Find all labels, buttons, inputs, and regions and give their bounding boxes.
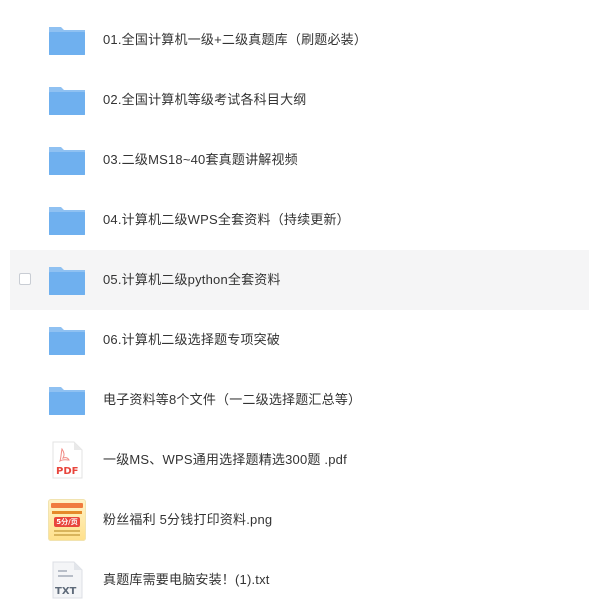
file-row-folder-02[interactable]: 02.全国计算机等级考试各科目大纲 — [10, 70, 589, 130]
folder-icon — [48, 381, 86, 419]
txt-file-icon: TXT — [48, 561, 86, 599]
file-row-folder-05[interactable]: 05.计算机二级python全套资料 — [10, 250, 589, 310]
file-row-folder-04[interactable]: 04.计算机二级WPS全套资料（持续更新） — [10, 190, 589, 250]
file-name[interactable]: 05.计算机二级python全套资料 — [103, 250, 281, 310]
image-thumbnail: 5分/页 — [48, 499, 86, 541]
file-row-txt[interactable]: TXT 真题库需要电脑安装！(1).txt — [10, 550, 589, 610]
file-name[interactable]: 电子资料等8个文件（一二级选择题汇总等） — [103, 370, 361, 430]
pdf-label: PDF — [56, 466, 78, 477]
file-row-png[interactable]: 5分/页 粉丝福利 5分钱打印资料.png — [10, 490, 589, 550]
folder-icon — [48, 321, 86, 359]
folder-icon — [48, 261, 86, 299]
thumbnail-badge: 5分/页 — [54, 517, 80, 527]
file-list: 01.全国计算机一级+二级真题库（刷题必装） 02.全国计算机等级考试各科目大纲… — [0, 10, 589, 610]
row-checkbox[interactable] — [19, 273, 31, 285]
file-row-pdf[interactable]: PDF 一级MS、WPS通用选择题精选300题 .pdf — [10, 430, 589, 490]
file-name[interactable]: 01.全国计算机一级+二级真题库（刷题必装） — [103, 10, 367, 70]
file-row-folder-03[interactable]: 03.二级MS18~40套真题讲解视频 — [10, 130, 589, 190]
file-name[interactable]: 04.计算机二级WPS全套资料（持续更新） — [103, 190, 350, 250]
file-name[interactable]: 06.计算机二级选择题专项突破 — [103, 310, 280, 370]
folder-icon — [48, 81, 86, 119]
pdf-file-icon: PDF — [48, 441, 86, 479]
file-row-folder-01[interactable]: 01.全国计算机一级+二级真题库（刷题必装） — [10, 10, 589, 70]
file-name[interactable]: 粉丝福利 5分钱打印资料.png — [103, 490, 272, 550]
folder-icon — [48, 21, 86, 59]
file-row-folder-06[interactable]: 06.计算机二级选择题专项突破 — [10, 310, 589, 370]
folder-icon — [48, 201, 86, 239]
file-name[interactable]: 一级MS、WPS通用选择题精选300题 .pdf — [103, 430, 347, 490]
txt-label: TXT — [55, 586, 77, 597]
folder-icon — [48, 141, 86, 179]
file-name[interactable]: 真题库需要电脑安装！(1).txt — [103, 550, 270, 610]
file-row-folder-07[interactable]: 电子资料等8个文件（一二级选择题汇总等） — [10, 370, 589, 430]
file-name[interactable]: 03.二级MS18~40套真题讲解视频 — [103, 130, 298, 190]
file-name[interactable]: 02.全国计算机等级考试各科目大纲 — [103, 70, 306, 130]
